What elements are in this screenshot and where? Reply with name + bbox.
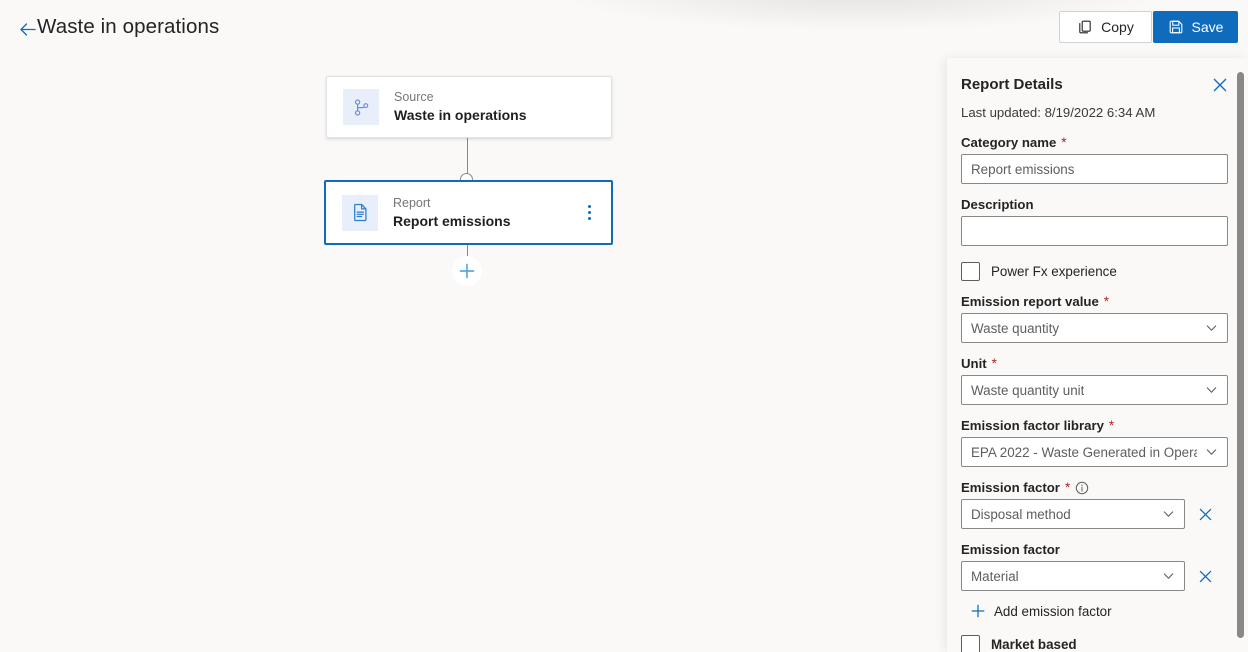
- save-button[interactable]: Save: [1153, 11, 1238, 43]
- description-input[interactable]: [961, 216, 1228, 246]
- emission-factor-library-selected: EPA 2022 - Waste Generated in Opera...: [971, 444, 1197, 460]
- panel-title: Report Details: [961, 76, 1063, 93]
- market-based-checkbox-row[interactable]: Market based: [961, 635, 1224, 652]
- panel-scrollbar-thumb[interactable]: [1237, 72, 1244, 638]
- flow-node-kind: Report: [393, 195, 431, 210]
- required-marker: *: [1103, 294, 1110, 309]
- remove-emission-factor-2-button[interactable]: [1191, 562, 1219, 590]
- emission-factor-library-label: Emission factor library *: [961, 418, 1224, 433]
- close-icon[interactable]: [1206, 73, 1234, 97]
- save-icon: [1168, 19, 1184, 35]
- add-emission-factor-button[interactable]: Add emission factor: [970, 603, 1224, 619]
- add-emission-factor-label: Add emission factor: [994, 603, 1112, 619]
- unit-select[interactable]: Waste quantity unit: [961, 375, 1228, 405]
- chevron-down-icon: [1162, 570, 1175, 583]
- copy-button[interactable]: Copy: [1059, 11, 1152, 43]
- copy-button-label: Copy: [1101, 19, 1134, 35]
- flow-node-kind: Source: [394, 90, 434, 104]
- required-marker: *: [1064, 480, 1071, 495]
- flow-node-source-text: Source Waste in operations: [394, 89, 527, 125]
- report-details-content: Report Details Last updated: 8/19/2022 6…: [947, 58, 1248, 652]
- description-label: Description: [961, 197, 1224, 212]
- required-marker: *: [1108, 418, 1115, 433]
- panel-header: Report Details: [961, 74, 1227, 100]
- emission-factor-1-row: Disposal method: [961, 499, 1224, 529]
- emission-factor-library-label-text: Emission factor library: [961, 418, 1104, 433]
- flow-node-title: Waste in operations: [394, 107, 527, 123]
- power-fx-checkbox[interactable]: [961, 262, 980, 281]
- app-header: Waste in operations Copy Save: [0, 0, 1248, 58]
- flow-node-report-text: Report Report emissions: [393, 195, 510, 231]
- document-icon: [342, 194, 378, 231]
- emission-report-value-selected: Waste quantity: [971, 320, 1060, 336]
- unit-label: Unit *: [961, 356, 1224, 371]
- emission-factor-2-selected: Material: [971, 568, 1019, 584]
- market-based-label: Market based: [991, 637, 1077, 652]
- plus-icon: [457, 261, 477, 281]
- emission-report-value-label-text: Emission report value: [961, 294, 1099, 309]
- chevron-down-icon: [1162, 508, 1175, 521]
- add-step-button[interactable]: [452, 256, 482, 286]
- plus-icon: [970, 603, 986, 619]
- last-updated-text: Last updated: 8/19/2022 6:34 AM: [961, 105, 1156, 120]
- description-label-text: Description: [961, 197, 1034, 212]
- unit-selected: Waste quantity unit: [971, 382, 1085, 398]
- emission-factor-2-select[interactable]: Material: [961, 561, 1185, 591]
- emission-factor-1-select[interactable]: Disposal method: [961, 499, 1185, 529]
- category-name-label-text: Category name: [961, 135, 1057, 150]
- panel-scrollbar-track[interactable]: [1232, 58, 1248, 652]
- chevron-down-icon: [1205, 446, 1218, 459]
- emission-report-value-select[interactable]: Waste quantity: [961, 313, 1228, 343]
- emission-factor-2-label-text: Emission factor: [961, 542, 1060, 557]
- unit-label-text: Unit: [961, 356, 987, 371]
- source-branch-icon: [343, 89, 379, 125]
- emission-factor-2-row: Material: [961, 561, 1224, 591]
- market-based-checkbox[interactable]: [961, 635, 980, 652]
- more-vertical-icon[interactable]: [581, 201, 597, 225]
- emission-factor-2-label: Emission factor: [961, 542, 1224, 557]
- required-marker: *: [1061, 135, 1067, 150]
- remove-emission-factor-1-button[interactable]: [1191, 500, 1219, 528]
- chevron-down-icon: [1205, 384, 1218, 397]
- power-fx-label: Power Fx experience: [991, 264, 1117, 279]
- emission-factor-library-select[interactable]: EPA 2022 - Waste Generated in Opera...: [961, 437, 1228, 467]
- emission-factor-1-label-text: Emission factor: [961, 480, 1060, 495]
- required-marker: *: [991, 356, 997, 371]
- category-name-input[interactable]: [961, 154, 1228, 184]
- app-root: Waste in operations Copy Save Source Was…: [0, 0, 1248, 652]
- flow-node-title: Report emissions: [393, 212, 511, 229]
- report-details-panel: Report Details Last updated: 8/19/2022 6…: [947, 58, 1248, 652]
- flow-node-source[interactable]: Source Waste in operations: [326, 76, 612, 138]
- emission-factor-1-selected: Disposal method: [971, 506, 1071, 522]
- save-button-label: Save: [1191, 19, 1224, 35]
- emission-report-value-label: Emission report value *: [961, 294, 1224, 309]
- flow-node-report[interactable]: Report Report emissions: [324, 180, 613, 245]
- flow-canvas[interactable]: Source Waste in operations Report Report…: [0, 58, 947, 652]
- power-fx-checkbox-row[interactable]: Power Fx experience: [961, 262, 1224, 281]
- chevron-down-icon: [1205, 322, 1218, 335]
- info-icon[interactable]: [1075, 481, 1089, 495]
- copy-icon: [1077, 19, 1093, 35]
- page-title: Waste in operations: [37, 15, 220, 38]
- emission-factor-1-label: Emission factor *: [961, 480, 1224, 495]
- category-name-label: Category name *: [961, 135, 1224, 150]
